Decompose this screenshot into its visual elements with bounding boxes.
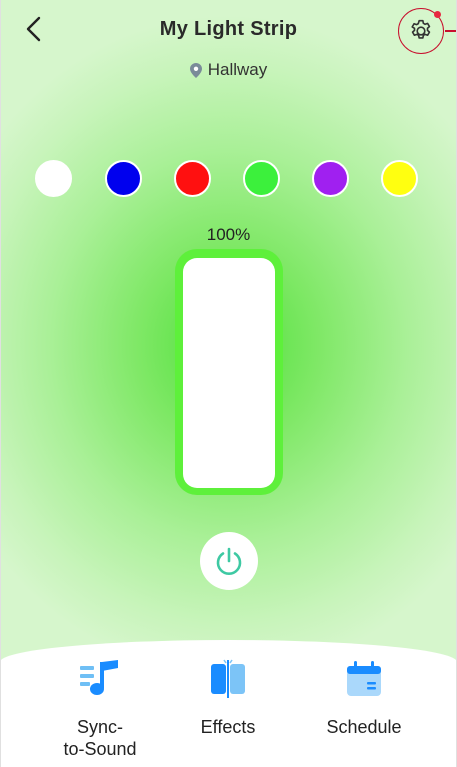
frame-border-left [0, 0, 1, 767]
swatch-green[interactable] [243, 160, 280, 197]
swatch-purple[interactable] [312, 160, 349, 197]
swatch-yellow[interactable] [381, 160, 418, 197]
location-pin-icon [189, 62, 202, 78]
tab-schedule-label: Schedule [326, 717, 402, 737]
tab-sync-label: Sync- to-Sound [50, 716, 150, 760]
bottom-tab-bar: Sync- to-Sound Effects Schedule [0, 640, 457, 767]
tab-effects-label: Effects [200, 717, 256, 737]
tab-sync-label-line1: Sync- [76, 717, 123, 737]
effects-icon [211, 659, 245, 698]
brightness-percent: 100% [206, 225, 251, 244]
brightness-level-fill [183, 258, 275, 488]
notification-dot [434, 11, 441, 18]
color-swatches [0, 160, 457, 200]
calendar-icon [347, 661, 381, 696]
gear-icon [411, 19, 431, 39]
location-label: Hallway [207, 60, 268, 79]
location-row: Hallway [0, 60, 457, 80]
tab-sync-to-sound[interactable]: Sync- to-Sound [50, 658, 150, 760]
device-screen: My Light Strip Hallway 100% Sync- to-Sou… [0, 0, 457, 767]
power-button[interactable] [200, 532, 258, 590]
power-icon [216, 547, 242, 575]
tab-sync-label-line2: to-Sound [63, 739, 137, 759]
swatch-white[interactable] [35, 160, 72, 197]
swatch-blue[interactable] [105, 160, 142, 197]
swatch-red[interactable] [174, 160, 211, 197]
tab-schedule[interactable]: Schedule [316, 658, 412, 738]
tab-effects[interactable]: Effects [183, 658, 273, 738]
music-note-icon [80, 660, 118, 695]
page-title: My Light Strip [159, 18, 298, 40]
